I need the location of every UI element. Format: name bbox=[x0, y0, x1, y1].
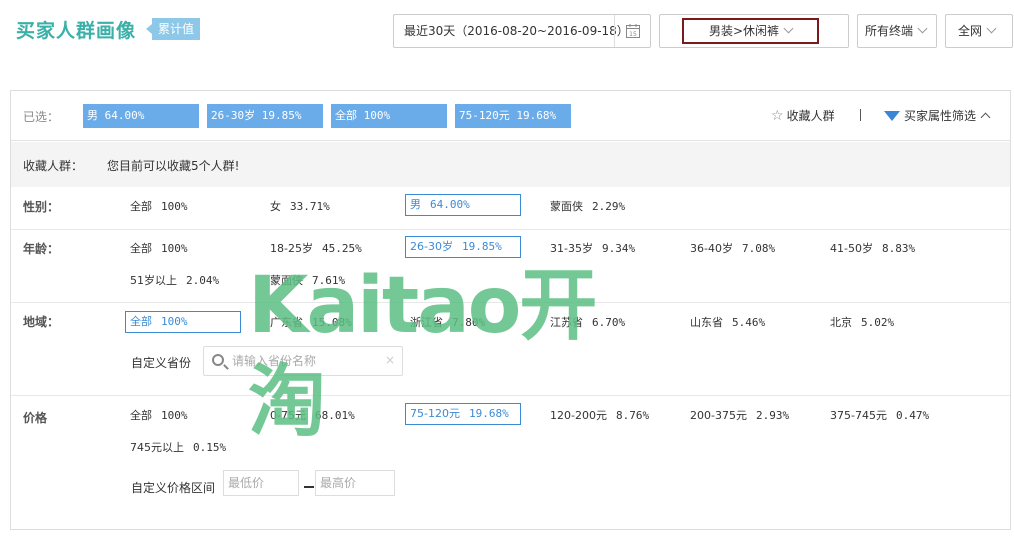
age-option-41-50[interactable]: 41-50岁 8.83% bbox=[830, 238, 915, 260]
buyer-attr-filter-label: 买家属性筛选 bbox=[904, 109, 977, 123]
price-option-745-plus[interactable]: 745元以上 0.15% bbox=[130, 437, 226, 459]
terminal-dropdown[interactable]: 所有终端 bbox=[857, 14, 937, 48]
price-option-375-745[interactable]: 375-745元 0.47% bbox=[830, 405, 929, 427]
chevron-up-icon bbox=[980, 112, 991, 123]
gender-label: 性别： bbox=[23, 200, 60, 214]
region-option-guangdong[interactable]: 广东省 15.08% bbox=[270, 312, 352, 334]
custom-province-label: 自定义省份 bbox=[131, 356, 192, 370]
age-label: 年龄： bbox=[23, 242, 60, 256]
funnel-icon bbox=[884, 111, 900, 121]
selected-tag-age[interactable]: 26-30岁 19.85% bbox=[207, 104, 323, 128]
region-option-shandong[interactable]: 山东省 5.46% bbox=[690, 312, 765, 334]
age-option-18-25[interactable]: 18-25岁 45.25% bbox=[270, 238, 362, 260]
selected-tag-region[interactable]: 全部 100% bbox=[331, 104, 447, 128]
network-dropdown[interactable]: 全网 bbox=[945, 14, 1013, 48]
selected-filters-row: 已选： 男 64.00% 26-30岁 19.85% 全部 100% 75-12… bbox=[11, 91, 1010, 141]
buyer-attr-filter-toggle[interactable]: 买家属性筛选 bbox=[884, 107, 991, 124]
gender-section: 性别： 全部 100% 女 33.71% 男 64.00% 蒙面侠 2.29% bbox=[11, 188, 1010, 230]
region-label: 地域： bbox=[23, 315, 60, 329]
gender-option-unknown[interactable]: 蒙面侠 2.29% bbox=[550, 196, 625, 218]
region-option-all[interactable]: 全部 100% bbox=[125, 311, 241, 333]
calendar-icon[interactable]: 15 bbox=[614, 15, 650, 47]
clear-icon[interactable]: × bbox=[385, 353, 395, 367]
favorite-crowd-label: 收藏人群 bbox=[786, 109, 835, 123]
price-option-120-200[interactable]: 120-200元 8.76% bbox=[550, 405, 649, 427]
province-search-input[interactable] bbox=[232, 351, 382, 371]
chevron-down-icon bbox=[917, 23, 928, 34]
selected-label: 已选： bbox=[23, 110, 60, 124]
category-label: 男装>休闲裤 bbox=[708, 24, 780, 38]
age-option-51-plus[interactable]: 51岁以上 2.04% bbox=[130, 270, 219, 292]
favorite-crowd-link[interactable]: ☆ 收藏人群 bbox=[771, 107, 835, 124]
favorites-hint: 您目前可以收藏5个人群! bbox=[107, 159, 240, 173]
divider bbox=[860, 109, 861, 121]
selected-tag-gender[interactable]: 男 64.00% bbox=[83, 104, 199, 128]
chevron-down-icon bbox=[783, 23, 794, 34]
price-max-input[interactable] bbox=[315, 470, 395, 496]
price-range-dash bbox=[304, 486, 314, 488]
price-option-75-120[interactable]: 75-120元 19.68% bbox=[405, 403, 521, 425]
region-option-jiangsu[interactable]: 江苏省 6.70% bbox=[550, 312, 625, 334]
price-option-all[interactable]: 全部 100% bbox=[130, 405, 188, 427]
age-option-31-35[interactable]: 31-35岁 9.34% bbox=[550, 238, 635, 260]
age-option-all[interactable]: 全部 100% bbox=[130, 238, 188, 260]
calendar-day: 15 bbox=[629, 31, 637, 38]
search-icon bbox=[212, 354, 224, 366]
date-range-text: 最近30天（2016-08-20~2016-09-18） bbox=[404, 24, 629, 38]
custom-price-label: 自定义价格区间 bbox=[131, 481, 216, 495]
age-option-unknown[interactable]: 蒙面侠 7.61% bbox=[270, 270, 345, 292]
terminal-label: 所有终端 bbox=[865, 24, 914, 38]
page-title: 买家人群画像 bbox=[16, 20, 137, 42]
region-option-beijing[interactable]: 北京 5.02% bbox=[830, 312, 894, 334]
price-option-200-375[interactable]: 200-375元 2.93% bbox=[690, 405, 789, 427]
region-option-zhejiang[interactable]: 浙江省 7.80% bbox=[410, 312, 485, 334]
category-dropdown[interactable]: 男装>休闲裤 bbox=[659, 14, 849, 48]
selected-tag-price[interactable]: 75-120元 19.68% bbox=[455, 104, 571, 128]
network-label: 全网 bbox=[958, 24, 983, 38]
cumulative-badge: 累计值 bbox=[145, 18, 201, 40]
price-section: 价格 全部 100% 0-75元 68.01% 75-120元 19.68% 120-… bbox=[11, 396, 1010, 536]
region-section: 地域： 全部 100% 广东省 15.08% 浙江省 7.80% 江苏省 6.70% 山… bbox=[11, 303, 1010, 396]
price-option-0-75[interactable]: 0-75元 68.01% bbox=[270, 405, 355, 427]
age-option-26-30[interactable]: 26-30岁 19.85% bbox=[405, 236, 521, 258]
favorites-label: 收藏人群： bbox=[23, 159, 84, 173]
age-section: 年龄： 全部 100% 18-25岁 45.25% 26-30岁 19.85% 31-… bbox=[11, 230, 1010, 303]
price-label: 价格 bbox=[23, 411, 48, 425]
province-search[interactable]: × bbox=[203, 346, 403, 376]
category-selected[interactable]: 男装>休闲裤 bbox=[682, 18, 819, 44]
gender-option-female[interactable]: 女 33.71% bbox=[270, 196, 330, 218]
price-min-input[interactable] bbox=[223, 470, 299, 496]
gender-option-male[interactable]: 男 64.00% bbox=[405, 194, 521, 216]
chevron-down-icon bbox=[986, 23, 997, 34]
favorites-row: 收藏人群： 您目前可以收藏5个人群! bbox=[11, 142, 1010, 187]
filter-panel: 已选： 男 64.00% 26-30岁 19.85% 全部 100% 75-12… bbox=[10, 90, 1011, 530]
age-option-36-40[interactable]: 36-40岁 7.08% bbox=[690, 238, 775, 260]
star-icon: ☆ bbox=[771, 108, 784, 124]
date-range-picker[interactable]: 最近30天（2016-08-20~2016-09-18） 15 bbox=[393, 14, 651, 48]
gender-option-all[interactable]: 全部 100% bbox=[130, 196, 188, 218]
